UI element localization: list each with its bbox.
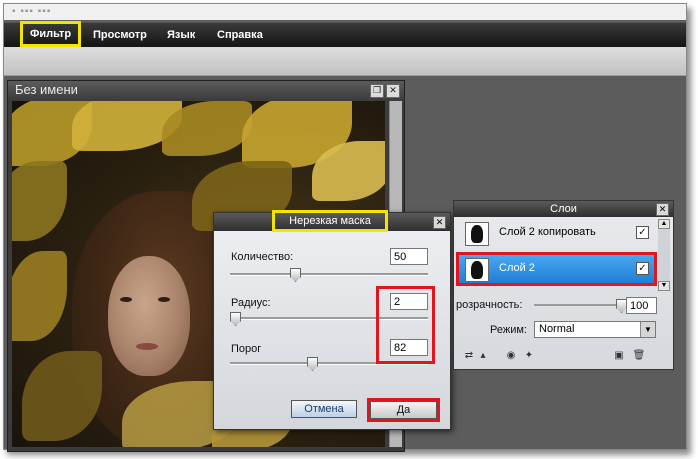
layer-thumbnail: [465, 222, 489, 246]
threshold-slider[interactable]: [230, 357, 428, 371]
menu-filter[interactable]: Фильтр: [19, 21, 82, 47]
layer-row[interactable]: Слой 2 копировать ✓: [459, 219, 654, 247]
amount-slider-thumb[interactable]: [290, 268, 301, 282]
delete-layer-icon[interactable]: 🗑: [632, 350, 646, 362]
opacity-slider[interactable]: [534, 299, 627, 313]
layer-name: Слой 2 копировать: [499, 226, 596, 238]
menu-language[interactable]: Язык: [161, 23, 201, 47]
face-shape: [108, 256, 190, 376]
layers-close-icon[interactable]: ✕: [656, 203, 669, 216]
eye-shape: [158, 297, 170, 302]
dialog-titlebar: Нерезкая маска ✕: [214, 210, 450, 232]
fields-highlight: [376, 286, 435, 364]
menubar: Фильтр Просмотр Язык Справка: [4, 21, 686, 47]
opacity-field[interactable]: 100: [626, 297, 657, 314]
dialog-title: Нерезкая маска: [272, 210, 388, 232]
mode-label: Режим:: [490, 324, 527, 336]
layer-menu-arrow-icon[interactable]: ▴: [476, 350, 490, 362]
lips-shape: [136, 343, 158, 350]
scroll-down-icon[interactable]: ▼: [658, 281, 670, 291]
radius-slider-thumb[interactable]: [230, 312, 241, 326]
unsharp-mask-dialog: Нерезкая маска ✕ Количество: 50 Радиус: …: [213, 210, 451, 430]
layer-row-selected[interactable]: Слой 2 ✓: [456, 252, 657, 286]
amount-label: Количество:: [231, 251, 294, 263]
layers-title: Слои: [454, 201, 673, 217]
cancel-button[interactable]: Отмена: [291, 400, 357, 418]
ghost-toolbar: ▪ ▪▪▪ ▪▪▪: [12, 6, 52, 17]
maximize-icon[interactable]: ❐: [370, 84, 384, 98]
layers-panel: Слои ✕ Слой 2 копировать ✓ Слой 2 ✓ ▲ ▼ …: [453, 200, 674, 370]
mode-select[interactable]: Normal ▼: [534, 321, 656, 338]
layer-mask-icon[interactable]: ◉: [504, 350, 518, 362]
radius-label: Радиус:: [231, 297, 271, 309]
layer-visibility-checkbox[interactable]: ✓: [636, 226, 649, 239]
layer-properties-icon[interactable]: ⇄: [462, 350, 476, 362]
threshold-slider-thumb[interactable]: [307, 357, 318, 371]
toolbar: [4, 47, 686, 76]
close-icon[interactable]: ✕: [386, 84, 400, 98]
ok-button[interactable]: Да: [367, 398, 440, 422]
chevron-down-icon[interactable]: ▼: [640, 322, 655, 337]
layers-scrollbar[interactable]: ▲ ▼: [658, 219, 670, 291]
menu-help[interactable]: Справка: [211, 23, 269, 47]
threshold-label: Порог: [231, 343, 262, 355]
dialog-close-icon[interactable]: ✕: [433, 216, 446, 229]
document-titlebar: Без имени ❐ ✕: [8, 81, 404, 99]
layer-name: Слой 2: [499, 262, 535, 274]
amount-field[interactable]: 50: [390, 248, 428, 265]
menu-view[interactable]: Просмотр: [87, 23, 153, 47]
leaf-shape: [22, 351, 102, 441]
new-layer-icon[interactable]: ▣: [612, 350, 626, 362]
layer-thumbnail: [465, 258, 489, 282]
opacity-label: розрачность:: [456, 299, 523, 311]
leaf-shape: [12, 251, 67, 341]
layer-effects-icon[interactable]: ✦: [522, 350, 536, 362]
document-title: Без имени: [15, 82, 78, 97]
browser-strip: ▪ ▪▪▪ ▪▪▪: [4, 4, 686, 20]
scroll-up-icon[interactable]: ▲: [658, 219, 670, 229]
mode-value: Normal: [539, 323, 575, 335]
amount-slider[interactable]: [230, 268, 428, 282]
leaf-shape: [12, 161, 67, 241]
eye-shape: [120, 297, 132, 302]
layer-visibility-checkbox[interactable]: ✓: [636, 262, 649, 275]
